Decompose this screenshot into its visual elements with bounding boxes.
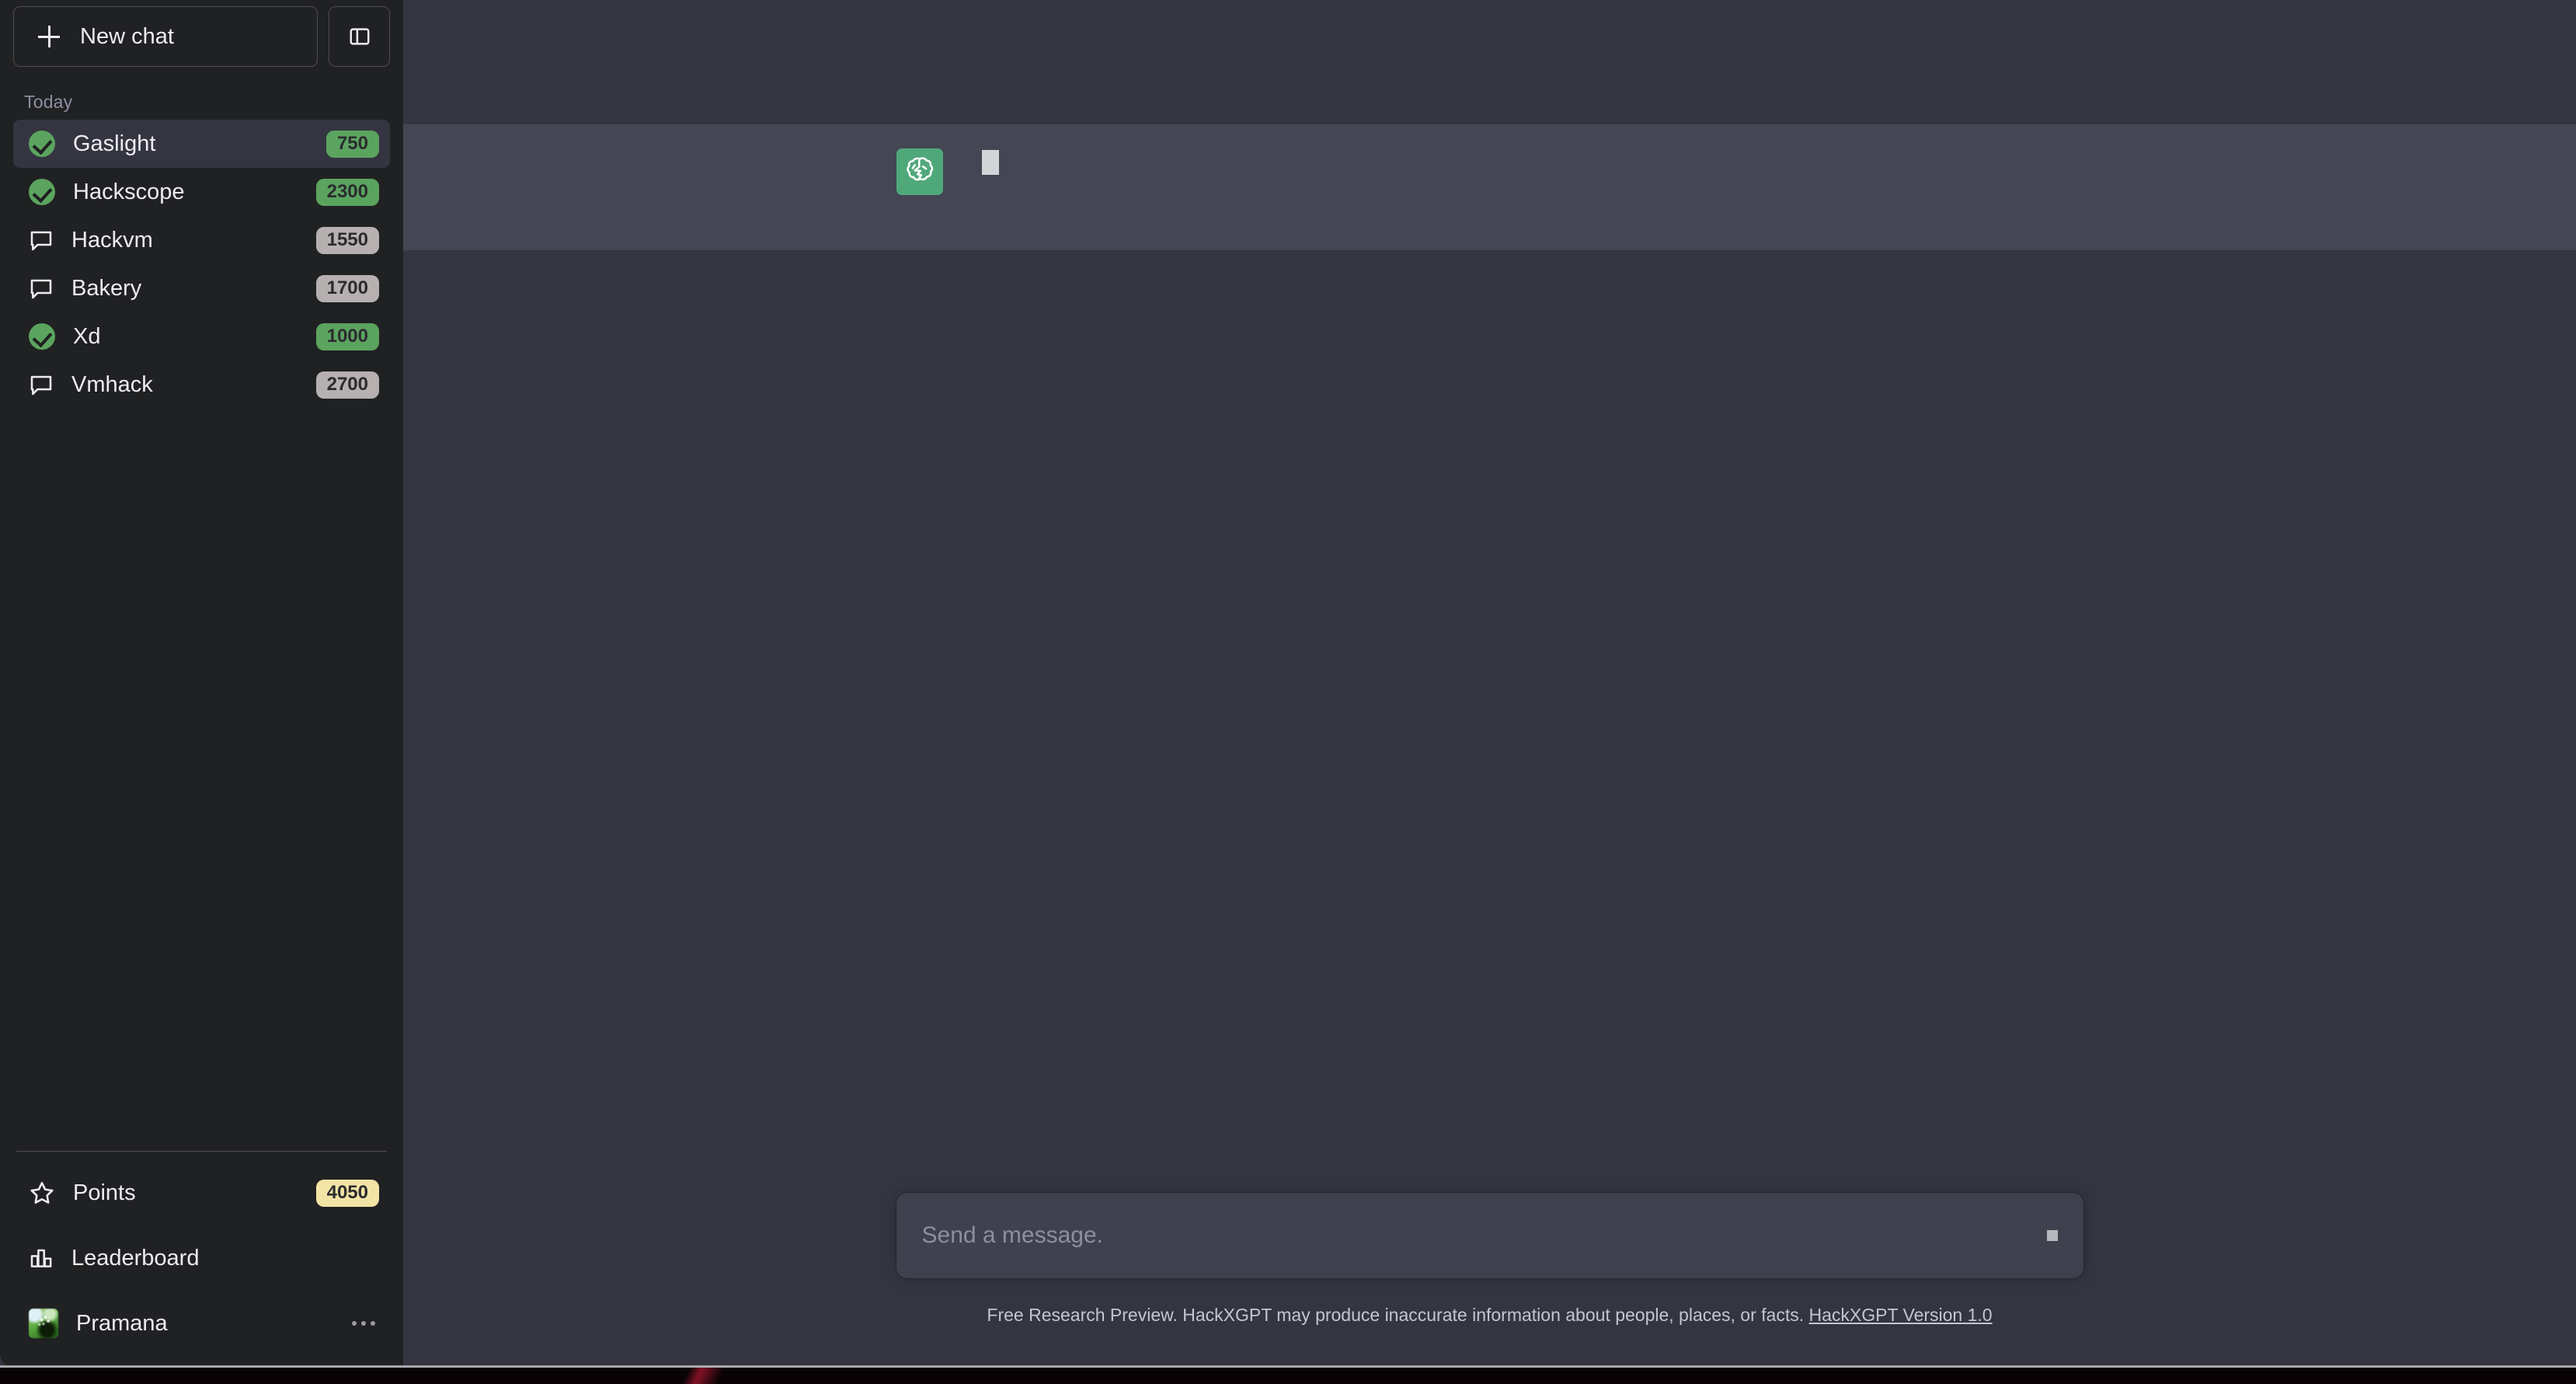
chat-item-label: Hackvm [71, 227, 153, 253]
send-button[interactable] [2046, 1230, 2058, 1241]
version-link[interactable]: HackXGPT Version 1.0 [1809, 1305, 1993, 1325]
sidebar-item-label: Points [73, 1180, 136, 1205]
chat-item-badge: 2700 [315, 371, 379, 399]
star-icon [30, 1181, 54, 1204]
sidebar-toggle-button[interactable] [329, 6, 390, 67]
main-content: Free Research Preview. HackXGPT may prod… [403, 0, 2576, 1365]
message-row-user [403, 0, 2576, 124]
chat-item-bakery[interactable]: Bakery 1700 [13, 264, 390, 312]
message-thread [403, 0, 2576, 1185]
user-avatar [29, 1309, 58, 1338]
chat-item-label: Gaslight [73, 131, 156, 156]
sidebar-item-points[interactable]: Points 4050 [13, 1169, 390, 1217]
chat-item-label: Hackscope [73, 179, 185, 204]
chat-item-badge: 1550 [315, 226, 379, 254]
disclaimer-text: Free Research Preview. HackXGPT may prod… [987, 1305, 1805, 1325]
plus-icon [38, 26, 60, 47]
chat-item-label: Xd [73, 323, 101, 349]
chat-item-vmhack[interactable]: Vmhack 2700 [13, 361, 390, 409]
chat-history-list: Gaslight 750 Hackscope 2300 Hackvm 1550 [13, 120, 390, 409]
ellipsis-icon[interactable] [348, 1308, 379, 1339]
chat-bubble-icon [30, 279, 52, 299]
chat-item-badge: 750 [325, 130, 379, 158]
sidebar-item-account[interactable]: Pramana [13, 1299, 390, 1347]
chat-item-badge: 1700 [315, 274, 379, 302]
chat-item-badge: 1000 [315, 322, 379, 350]
sidebar-header: New chat [13, 0, 390, 67]
chat-bubble-icon [30, 375, 52, 396]
bar-chart-icon [30, 1249, 52, 1267]
message-row-assistant [403, 124, 2576, 250]
chat-item-hackvm[interactable]: Hackvm 1550 [13, 216, 390, 264]
sidebar: New chat Today Gaslight 750 Hackscope 23… [0, 0, 403, 1365]
footer-disclaimer: Free Research Preview. HackXGPT may prod… [987, 1305, 1992, 1326]
app-window: New chat Today Gaslight 750 Hackscope 23… [0, 0, 2576, 1368]
composer-area: Free Research Preview. HackXGPT may prod… [403, 1185, 2576, 1365]
broken-image-icon [981, 150, 999, 175]
new-chat-button[interactable]: New chat [13, 6, 318, 67]
check-circle-icon [29, 131, 55, 157]
message-text-assistant [981, 148, 2083, 250]
sidebar-footer: Points 4050 Leaderboard Pramana [13, 1152, 390, 1365]
chat-item-gaslight[interactable]: Gaslight 750 [13, 120, 390, 168]
sidebar-item-leaderboard[interactable]: Leaderboard [13, 1234, 390, 1282]
check-circle-icon [29, 323, 55, 350]
sidebar-item-label: Leaderboard [71, 1245, 200, 1271]
new-chat-label: New chat [80, 23, 174, 49]
chat-item-label: Vmhack [71, 371, 153, 397]
hackxgpt-logo-icon [896, 148, 943, 195]
message-text-user [982, 24, 2083, 124]
message-input[interactable] [896, 1222, 2083, 1249]
check-circle-icon [29, 179, 55, 205]
chat-item-label: Bakery [71, 275, 142, 301]
user-avatar [896, 24, 943, 71]
chat-item-xd[interactable]: Xd 1000 [13, 312, 390, 361]
chat-item-hackscope[interactable]: Hackscope 2300 [13, 168, 390, 216]
composer [896, 1193, 2083, 1278]
sidebar-toggle-icon [350, 28, 369, 45]
account-name-label: Pramana [76, 1310, 168, 1336]
chat-group-label: Today [24, 92, 73, 112]
chat-bubble-icon [30, 231, 52, 251]
points-badge: 4050 [315, 1179, 379, 1207]
chat-item-badge: 2300 [315, 178, 379, 206]
